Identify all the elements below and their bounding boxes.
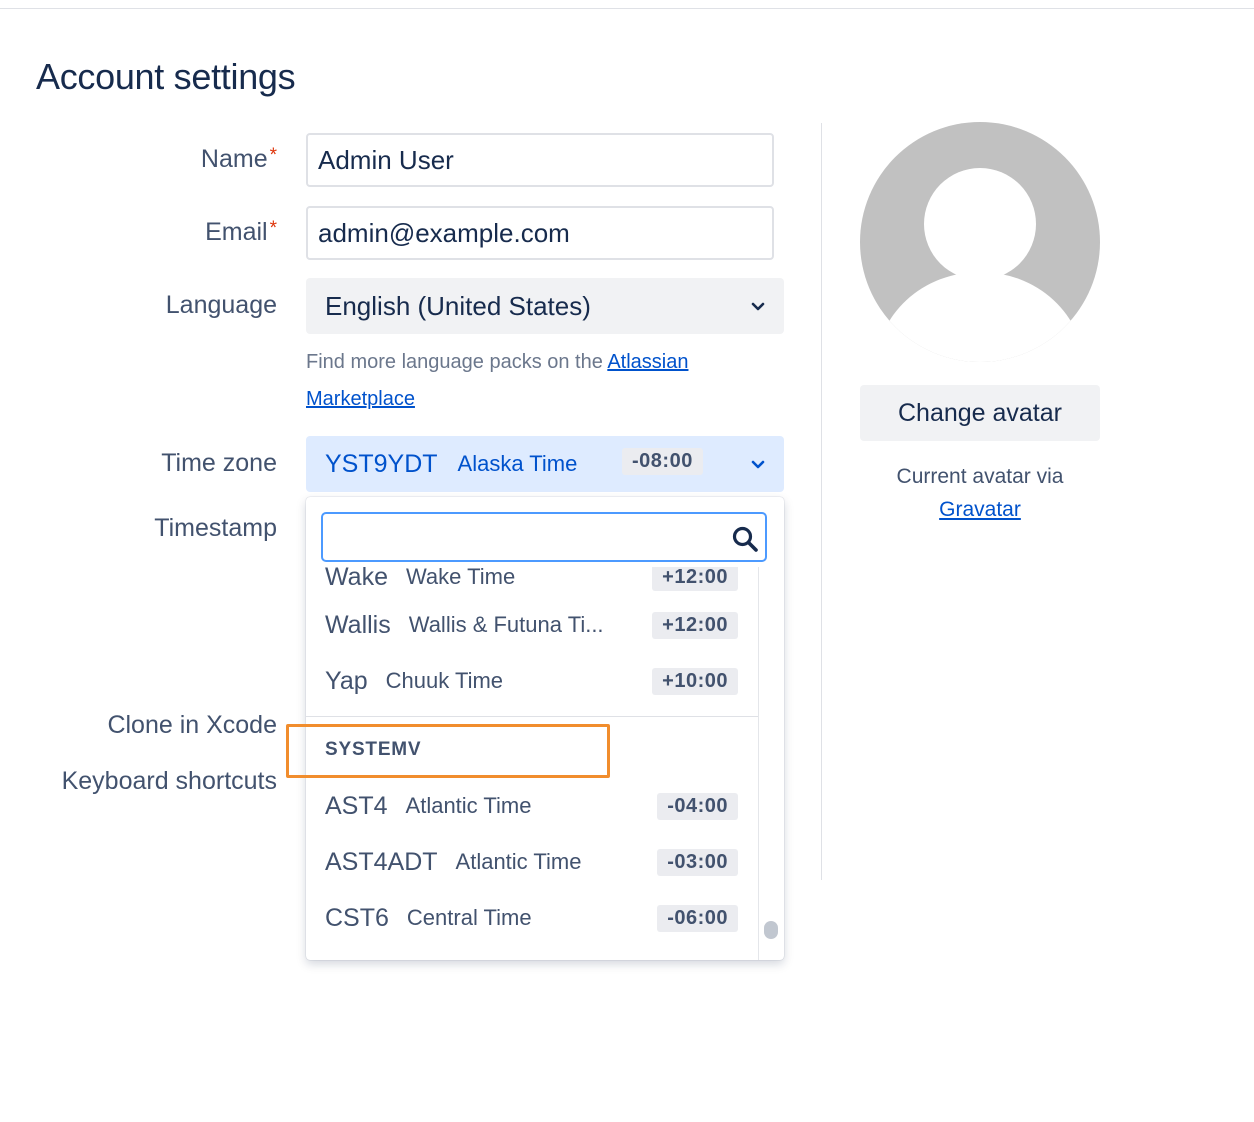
time-zone-code: YST9YDT [325, 449, 438, 478]
highlight-box [286, 724, 610, 778]
top-divider [0, 8, 1254, 9]
time-zone-select[interactable]: YST9YDT Alaska Time -08:00 [306, 436, 784, 492]
name-label: Name * [201, 145, 277, 174]
time-zone-label: Time zone [161, 449, 277, 477]
time-zone-option[interactable]: AST4ADT Atlantic Time -03:00 [306, 834, 758, 890]
avatar-note: Current avatar via Gravatar [860, 460, 1100, 526]
option-code: AST4 [325, 791, 388, 820]
scrollbar-thumb[interactable] [764, 921, 778, 939]
clone-in-xcode-label: Clone in Xcode [107, 711, 277, 739]
option-name: Wake Time [405, 567, 516, 589]
time-zone-option[interactable]: AST4 Atlantic Time -04:00 [306, 778, 758, 834]
option-name: Atlantic Time [405, 793, 532, 818]
language-select-value: English (United States) [325, 290, 591, 321]
avatar-note-text: Current avatar via [896, 465, 1064, 488]
scrollbar-track [758, 567, 759, 960]
email-label-text: Email [205, 218, 268, 246]
dropdown-scrollbar[interactable] [758, 567, 784, 960]
option-offset-badge: -04:00 [657, 792, 738, 820]
chevron-down-icon [751, 302, 765, 311]
required-marker: * [269, 218, 277, 239]
option-offset-badge: -03:00 [657, 848, 738, 876]
option-code: Wallis [325, 610, 391, 639]
name-label-text: Name [200, 145, 268, 173]
option-code: AST4ADT [325, 847, 438, 876]
language-label: Language [165, 291, 277, 319]
time-zone-search-input[interactable] [323, 514, 723, 560]
option-name: Chuuk Time [385, 668, 504, 693]
email-input[interactable] [306, 206, 774, 260]
name-input[interactable] [306, 133, 774, 187]
required-marker: * [269, 145, 277, 166]
option-offset-badge: -06:00 [657, 904, 738, 932]
option-name: Atlantic Time [455, 849, 582, 874]
keyboard-shortcuts-label: Keyboard shortcuts [61, 767, 277, 795]
change-avatar-button[interactable]: Change avatar [860, 385, 1100, 441]
language-hint-text: Find more language packs on the [306, 351, 608, 373]
avatar [860, 122, 1100, 362]
time-zone-option[interactable]: Wallis Wallis & Futuna Ti... +12:00 [306, 597, 758, 653]
time-zone-option[interactable]: Yap Chuuk Time +10:00 [306, 653, 758, 709]
option-code: Wake [325, 567, 388, 591]
option-offset-badge: +12:00 [652, 611, 738, 639]
option-offset-badge: +12:00 [652, 567, 738, 591]
email-label: Email * [205, 218, 277, 247]
time-zone-offset-badge: -08:00 [622, 448, 703, 475]
gravatar-link[interactable]: Gravatar [939, 498, 1021, 521]
option-name: Central Time [406, 905, 532, 930]
language-hint: Find more language packs on the Atlassia… [306, 344, 746, 418]
language-select[interactable]: English (United States) [306, 278, 784, 334]
timestamp-label: Timestamp [154, 514, 277, 542]
option-code: Yap [325, 666, 368, 695]
page-title: Account settings [36, 56, 296, 97]
search-icon [732, 526, 758, 552]
time-zone-name: Alaska Time [457, 451, 578, 476]
column-divider [821, 123, 822, 880]
time-zone-search[interactable] [321, 512, 767, 562]
group-divider [306, 716, 758, 717]
option-code: CST6 [325, 903, 389, 932]
option-name: Wallis & Futuna Ti... [408, 612, 604, 637]
option-offset-badge: +10:00 [652, 667, 738, 695]
time-zone-option[interactable]: CST6 Central Time -06:00 [306, 890, 758, 946]
chevron-down-icon [751, 460, 765, 469]
